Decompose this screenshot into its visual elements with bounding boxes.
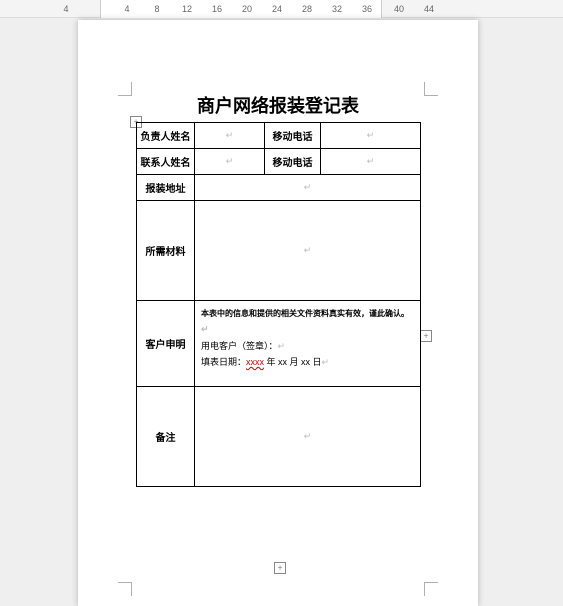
margin-corner-bl — [118, 582, 132, 596]
ruler-number: 8 — [154, 4, 159, 14]
label-contact-name: 联系人姓名 — [137, 149, 195, 175]
registration-table[interactable]: 负责人姓名 ↵ 移动电话 ↵ 联系人姓名 ↵ 移动电话 ↵ 报装地址 ↵ 所需材… — [136, 122, 421, 487]
value-remark[interactable]: ↵ — [195, 387, 421, 487]
ruler-number: 36 — [362, 4, 372, 14]
value-contact-phone[interactable]: ↵ — [321, 149, 421, 175]
label-declaration: 客户申明 — [137, 301, 195, 387]
ruler-number: 12 — [182, 4, 192, 14]
label-remark: 备注 — [137, 387, 195, 487]
ruler-number: 44 — [424, 4, 434, 14]
ruler-number: 24 — [272, 4, 282, 14]
value-materials[interactable]: ↵ — [195, 201, 421, 301]
value-owner-name[interactable]: ↵ — [195, 123, 265, 149]
label-materials: 所需材料 — [137, 201, 195, 301]
table-row: 联系人姓名 ↵ 移动电话 ↵ — [137, 149, 421, 175]
label-contact-phone: 移动电话 — [265, 149, 321, 175]
table-row: 备注 ↵ — [137, 387, 421, 487]
table-add-col-handle[interactable]: + — [420, 330, 432, 342]
table-row: 客户申明 本表中的信息和提供的相关文件资料真实有效，谨此确认。↵ 用电客户（签章… — [137, 301, 421, 387]
page-title: 商户网络报装登记表 — [78, 92, 478, 118]
value-declaration[interactable]: 本表中的信息和提供的相关文件资料真实有效，谨此确认。↵ 用电客户（签章）：↵ 填… — [195, 301, 421, 387]
table-row: 所需材料 ↵ — [137, 201, 421, 301]
label-address: 报装地址 — [137, 175, 195, 201]
ruler-number: 28 — [302, 4, 312, 14]
ruler-number: 20 — [242, 4, 252, 14]
ruler-number: 16 — [212, 4, 222, 14]
ruler-number: 4 — [63, 4, 68, 14]
value-address[interactable]: ↵ — [195, 175, 421, 201]
page: 商户网络报装登记表 + + + 负责人姓名 ↵ 移动电话 ↵ 联系人姓名 ↵ 移… — [78, 20, 478, 606]
declaration-line3: 填表日期：xxxx 年 xx 月 xx 日↵ — [201, 354, 414, 370]
value-contact-name[interactable]: ↵ — [195, 149, 265, 175]
label-owner-phone: 移动电话 — [265, 123, 321, 149]
value-owner-phone[interactable]: ↵ — [321, 123, 421, 149]
margin-corner-br — [424, 582, 438, 596]
declaration-line2: 用电客户（签章）：↵ — [201, 338, 414, 354]
ruler-number: 32 — [332, 4, 342, 14]
declaration-line1: 本表中的信息和提供的相关文件资料真实有效，谨此确认。↵ — [201, 307, 414, 338]
ruler-number: 4 — [124, 4, 129, 14]
label-owner-name: 负责人姓名 — [137, 123, 195, 149]
table-row: 负责人姓名 ↵ 移动电话 ↵ — [137, 123, 421, 149]
table-add-row-handle[interactable]: + — [274, 562, 286, 574]
table-row: 报装地址 ↵ — [137, 175, 421, 201]
horizontal-ruler: 448121620242832364044 — [0, 0, 563, 18]
ruler-number: 40 — [394, 4, 404, 14]
document-workspace: 商户网络报装登记表 + + + 负责人姓名 ↵ 移动电话 ↵ 联系人姓名 ↵ 移… — [0, 18, 563, 606]
